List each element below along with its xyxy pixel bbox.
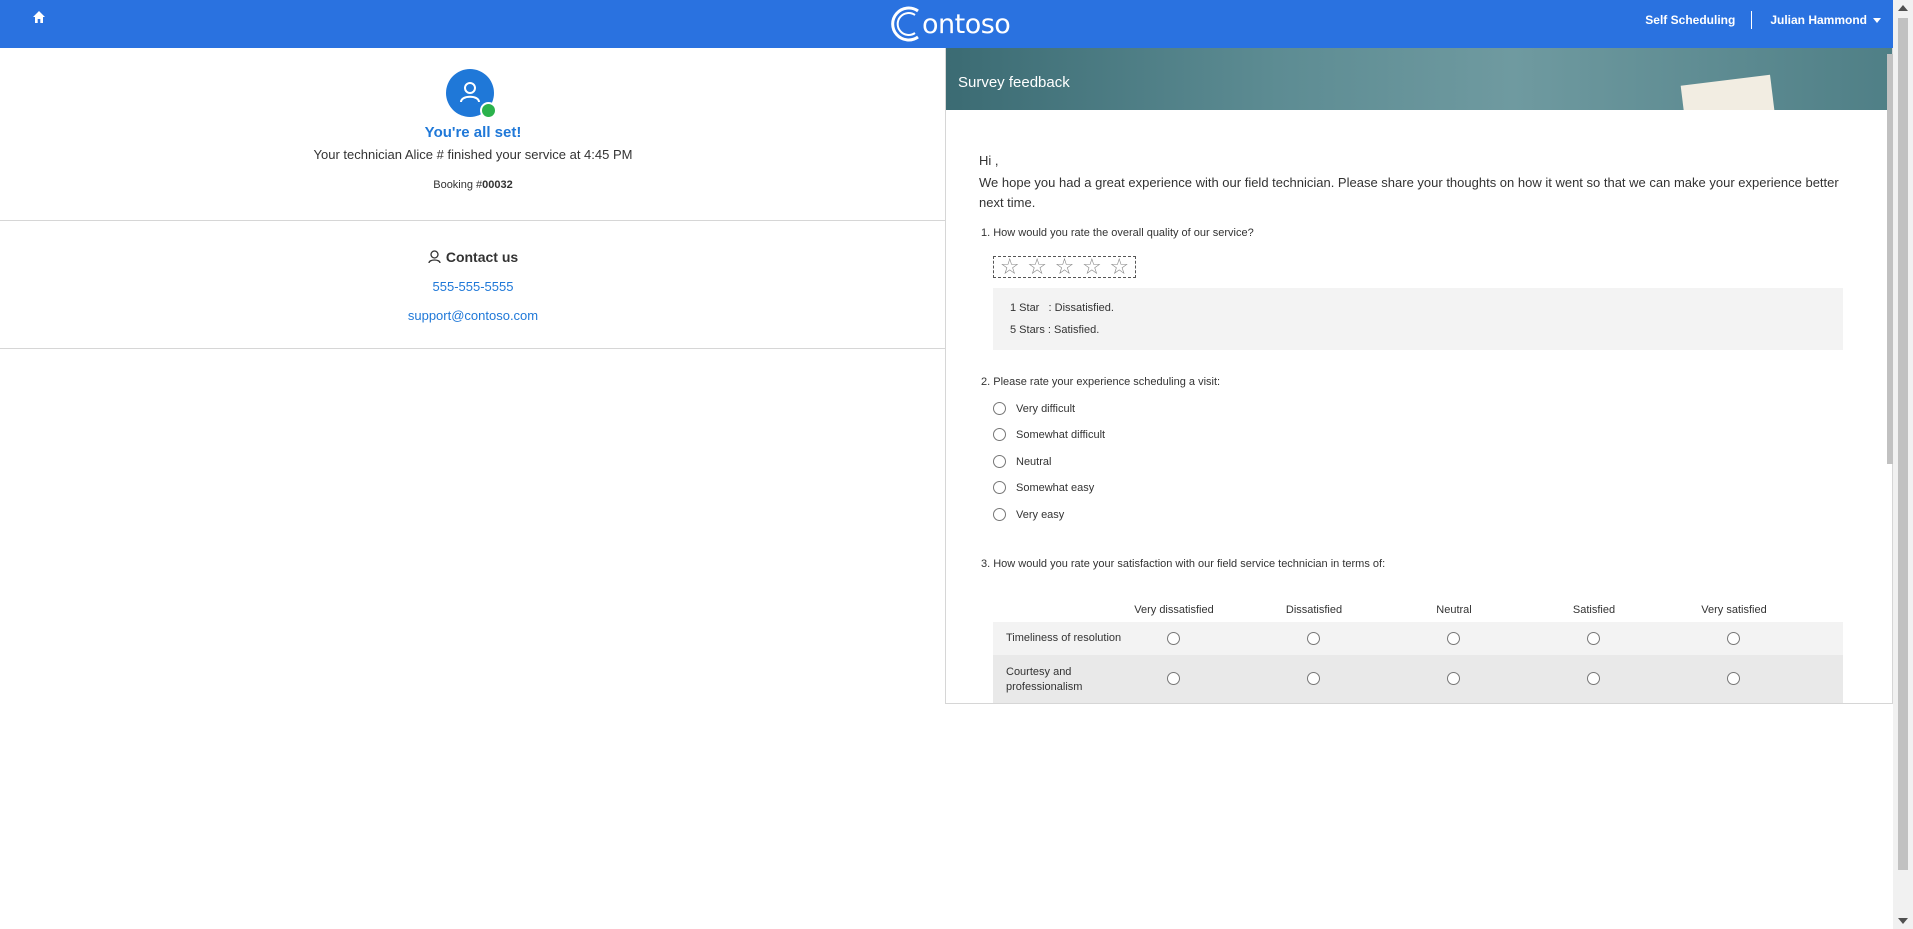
matrix-column-header: Very dissatisfied xyxy=(1134,604,1214,616)
home-icon[interactable] xyxy=(32,10,52,30)
matrix-column-header: Dissatisfied xyxy=(1285,604,1343,616)
star-4-icon[interactable]: ☆ xyxy=(1082,256,1102,278)
radio-button[interactable] xyxy=(1447,632,1460,645)
booking-id: 00032 xyxy=(482,179,513,191)
booking-summary-pane: You're all set! Your technician Alice # … xyxy=(0,48,946,349)
radio-button[interactable] xyxy=(1167,672,1180,685)
chevron-down-icon xyxy=(1873,17,1881,23)
status-title: You're all set! xyxy=(424,124,522,141)
contoso-logo[interactable]: ontoso xyxy=(888,2,1011,46)
radio-button[interactable] xyxy=(1307,672,1320,685)
matrix-header: Very dissatisfied Dissatisfied Neutral S… xyxy=(993,598,1843,622)
q2-option-label: Somewhat difficult xyxy=(1016,428,1106,441)
matrix-row-label: Timeliness of resolution xyxy=(1006,632,1122,644)
matrix-column-header: Neutral xyxy=(1436,604,1472,616)
contact-email-link[interactable]: support@contoso.com xyxy=(0,308,946,323)
radio-button[interactable] xyxy=(993,455,1006,468)
matrix-row-label: Courtesy and professionalism xyxy=(1006,666,1083,693)
question-2-label: 2. Please rate your experience schedulin… xyxy=(981,376,1221,388)
star-1-icon[interactable]: ☆ xyxy=(1000,256,1020,278)
q2-option[interactable]: Very easy xyxy=(993,508,1064,521)
q2-option[interactable]: Neutral xyxy=(993,455,1051,468)
contact-phone-link[interactable]: 555-555-5555 xyxy=(0,279,946,294)
rating-legend: 1 Star : Dissatisfied. 5 Stars : Satisfi… xyxy=(993,288,1843,350)
scroll-up-icon[interactable] xyxy=(1898,5,1908,11)
star-3-icon[interactable]: ☆ xyxy=(1055,256,1075,278)
legend-five-stars: 5 Stars : Satisfied. xyxy=(1010,324,1100,336)
checkmark-badge-icon xyxy=(480,102,505,126)
matrix-column-header: Satisfied xyxy=(1572,604,1616,616)
matrix-row: Courtesy and professionalism xyxy=(993,655,1843,703)
contact-section: Contact us 555-555-5555 support@contoso.… xyxy=(0,221,946,349)
logo-text: ontoso xyxy=(922,8,1011,40)
service-status-message: Your technician Alice # finished your se… xyxy=(313,147,633,162)
contact-person-icon xyxy=(428,250,441,264)
page-scrollbar[interactable] xyxy=(1893,0,1913,929)
radio-button[interactable] xyxy=(1167,632,1180,645)
legend-one-star: 1 Star : Dissatisfied. xyxy=(1010,302,1114,314)
top-navigation-bar: ontoso Self Scheduling Julian Hammond xyxy=(0,0,1893,48)
radio-button[interactable] xyxy=(1727,632,1740,645)
radio-button[interactable] xyxy=(993,481,1006,494)
q2-option-label: Very difficult xyxy=(1016,402,1076,415)
status-section: You're all set! Your technician Alice # … xyxy=(0,48,946,221)
radio-button[interactable] xyxy=(993,402,1006,415)
radio-button[interactable] xyxy=(1587,632,1600,645)
radio-button[interactable] xyxy=(1727,672,1740,685)
star-5-icon[interactable]: ☆ xyxy=(1109,256,1129,278)
question-1-label: 1. How would you rate the overall qualit… xyxy=(981,227,1254,239)
matrix-row: Timeliness of resolution xyxy=(993,622,1843,655)
radio-button[interactable] xyxy=(993,428,1006,441)
survey-greeting: Hi , xyxy=(979,153,999,168)
booking-label: Booking # xyxy=(433,179,483,191)
scroll-down-icon[interactable] xyxy=(1898,918,1908,924)
user-name: Julian Hammond xyxy=(1770,13,1867,27)
radio-button[interactable] xyxy=(1447,672,1460,685)
booking-number: Booking #00032 xyxy=(0,179,946,191)
q2-option-label: Very easy xyxy=(1016,508,1065,521)
star-2-icon[interactable]: ☆ xyxy=(1027,256,1047,278)
radio-button[interactable] xyxy=(1307,632,1320,645)
person-icon xyxy=(460,82,480,103)
star-rating[interactable]: ☆ ☆ ☆ ☆ ☆ xyxy=(993,256,1136,278)
q2-option[interactable]: Very difficult xyxy=(993,402,1075,415)
user-menu[interactable]: Julian Hammond xyxy=(1770,13,1881,27)
q2-option-label: Somewhat easy xyxy=(1016,481,1095,494)
radio-button[interactable] xyxy=(993,508,1006,521)
survey-form: Hi , We hope you had a great experience … xyxy=(946,110,1892,703)
self-scheduling-link[interactable]: Self Scheduling xyxy=(1645,13,1751,27)
page-scrollbar-thumb[interactable] xyxy=(1898,18,1908,870)
question-3-label: 3. How would you rate your satisfaction … xyxy=(981,558,1386,570)
technician-avatar xyxy=(446,69,505,126)
satisfaction-matrix: Very dissatisfied Dissatisfied Neutral S… xyxy=(993,598,1843,703)
q2-option-label: Neutral xyxy=(1016,455,1052,468)
radio-button[interactable] xyxy=(1587,672,1600,685)
q2-option[interactable]: Somewhat easy xyxy=(993,481,1094,494)
header-decoration xyxy=(1680,74,1778,110)
contact-title: Contact us xyxy=(445,249,519,265)
matrix-column-header: Very satisfied xyxy=(1701,604,1767,616)
survey-title: Survey feedback xyxy=(958,74,1070,91)
q2-option[interactable]: Somewhat difficult xyxy=(993,428,1105,441)
contact-heading: Contact us xyxy=(0,249,946,265)
survey-intro: We hope you had a great experience with … xyxy=(979,175,1839,210)
nav-divider xyxy=(1751,11,1753,29)
survey-panel: Survey feedback Hi , We hope you had a g… xyxy=(945,48,1893,704)
survey-header: Survey feedback xyxy=(946,48,1892,110)
